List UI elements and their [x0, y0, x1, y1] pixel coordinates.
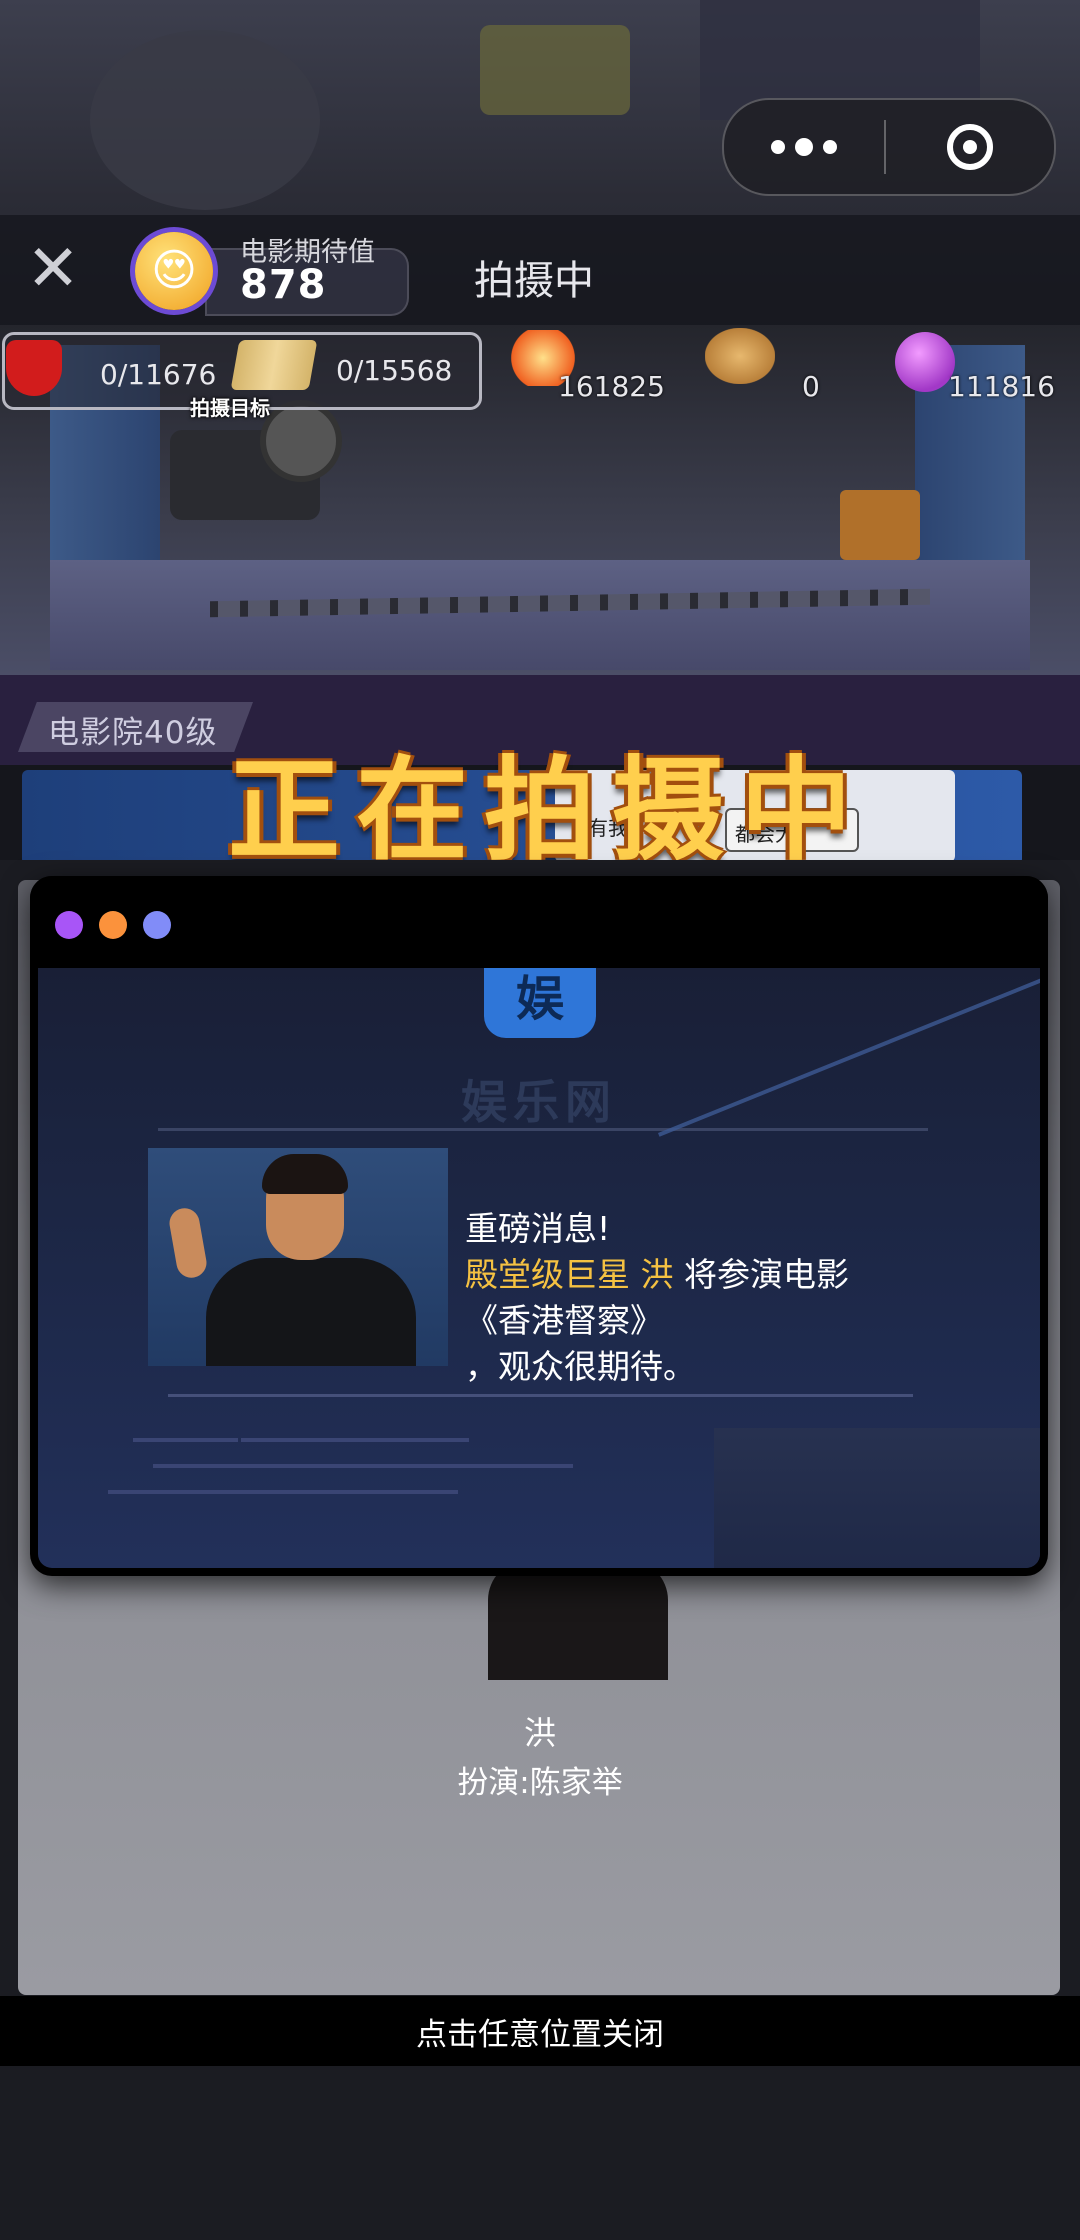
film-camera-icon — [170, 400, 342, 520]
target-icon — [947, 124, 993, 170]
page-title: 拍摄中 — [474, 258, 594, 304]
news-window: 娱 娱乐网 重磅消息! 殿堂级巨星 洪 将参演电影 《香港督察》 ，观众很期待。 — [30, 876, 1048, 1576]
goal-label: 拍摄目标 — [190, 396, 270, 420]
gem-value: 111816 — [948, 370, 1055, 403]
character-figure — [488, 1560, 668, 1680]
bench-prop — [840, 490, 920, 560]
explosion-value: 161825 — [558, 370, 665, 403]
character-name: 洪 — [523, 1714, 556, 1752]
window-dot-purple — [55, 911, 83, 939]
dot-icon — [771, 140, 785, 154]
entertainment-app-icon: 娱 — [484, 968, 596, 1038]
news-line-2-rest: 将参演电影 — [673, 1255, 849, 1294]
background-prop — [90, 30, 320, 210]
close-hint: 点击任意位置关闭 — [416, 2016, 664, 2053]
window-dot-indigo — [143, 911, 171, 939]
movie-title: 《香港督察》 — [465, 1301, 663, 1340]
cinema-level: 电影院40级 — [48, 715, 218, 751]
book-icon — [230, 340, 318, 390]
dot-icon — [823, 140, 837, 154]
close-icon[interactable]: ✕ — [22, 237, 84, 301]
news-headline: 重磅消息! — [465, 1209, 611, 1248]
character-role: 扮演:陈家举 — [457, 1765, 623, 1801]
divider — [168, 1394, 913, 1397]
news-thumbnail — [714, 1428, 1040, 1568]
placeholder-line — [241, 1438, 469, 1442]
window-titlebar — [30, 876, 1048, 968]
star-portrait — [148, 1148, 448, 1366]
placeholder-line — [153, 1464, 573, 1468]
red-progress: 0/11676 — [100, 358, 217, 391]
studio-floor — [50, 560, 1030, 670]
window-dot-orange — [99, 911, 127, 939]
news-line-2: 殿堂级巨星 洪 将参演电影 — [465, 1252, 849, 1298]
placeholder-line — [108, 1490, 458, 1494]
news-line-4: ，观众很期待。 — [465, 1347, 696, 1386]
dot-icon — [795, 138, 813, 156]
expectation-value: 878 — [240, 262, 327, 308]
palette-value: 0 — [802, 370, 820, 403]
divider — [158, 1128, 928, 1131]
palette-icon — [705, 328, 775, 384]
shooting-banner-title: 正在拍摄中 — [228, 746, 868, 876]
site-name: 娱乐网 — [461, 1075, 617, 1129]
heart-eyes-emoji-icon: 😍 — [135, 232, 213, 310]
close-miniprogram-button[interactable] — [886, 124, 1054, 170]
more-menu-button[interactable] — [724, 100, 884, 194]
tap-to-close-bar[interactable]: 点击任意位置关闭 — [0, 1996, 1080, 2066]
book-progress: 0/15568 — [336, 354, 453, 387]
news-message: 重磅消息! 殿堂级巨星 洪 将参演电影 《香港督察》 ，观众很期待。 — [465, 1206, 849, 1390]
gem-icon — [895, 332, 955, 392]
placeholder-line — [133, 1438, 238, 1442]
miniprogram-capsule — [722, 98, 1056, 196]
red-mask-icon — [6, 340, 62, 396]
news-body: 娱 娱乐网 重磅消息! 殿堂级巨星 洪 将参演电影 《香港督察》 ，观众很期待。 — [38, 968, 1040, 1568]
background-prop — [480, 25, 630, 115]
star-title-highlight: 殿堂级巨星 洪 — [465, 1255, 674, 1294]
